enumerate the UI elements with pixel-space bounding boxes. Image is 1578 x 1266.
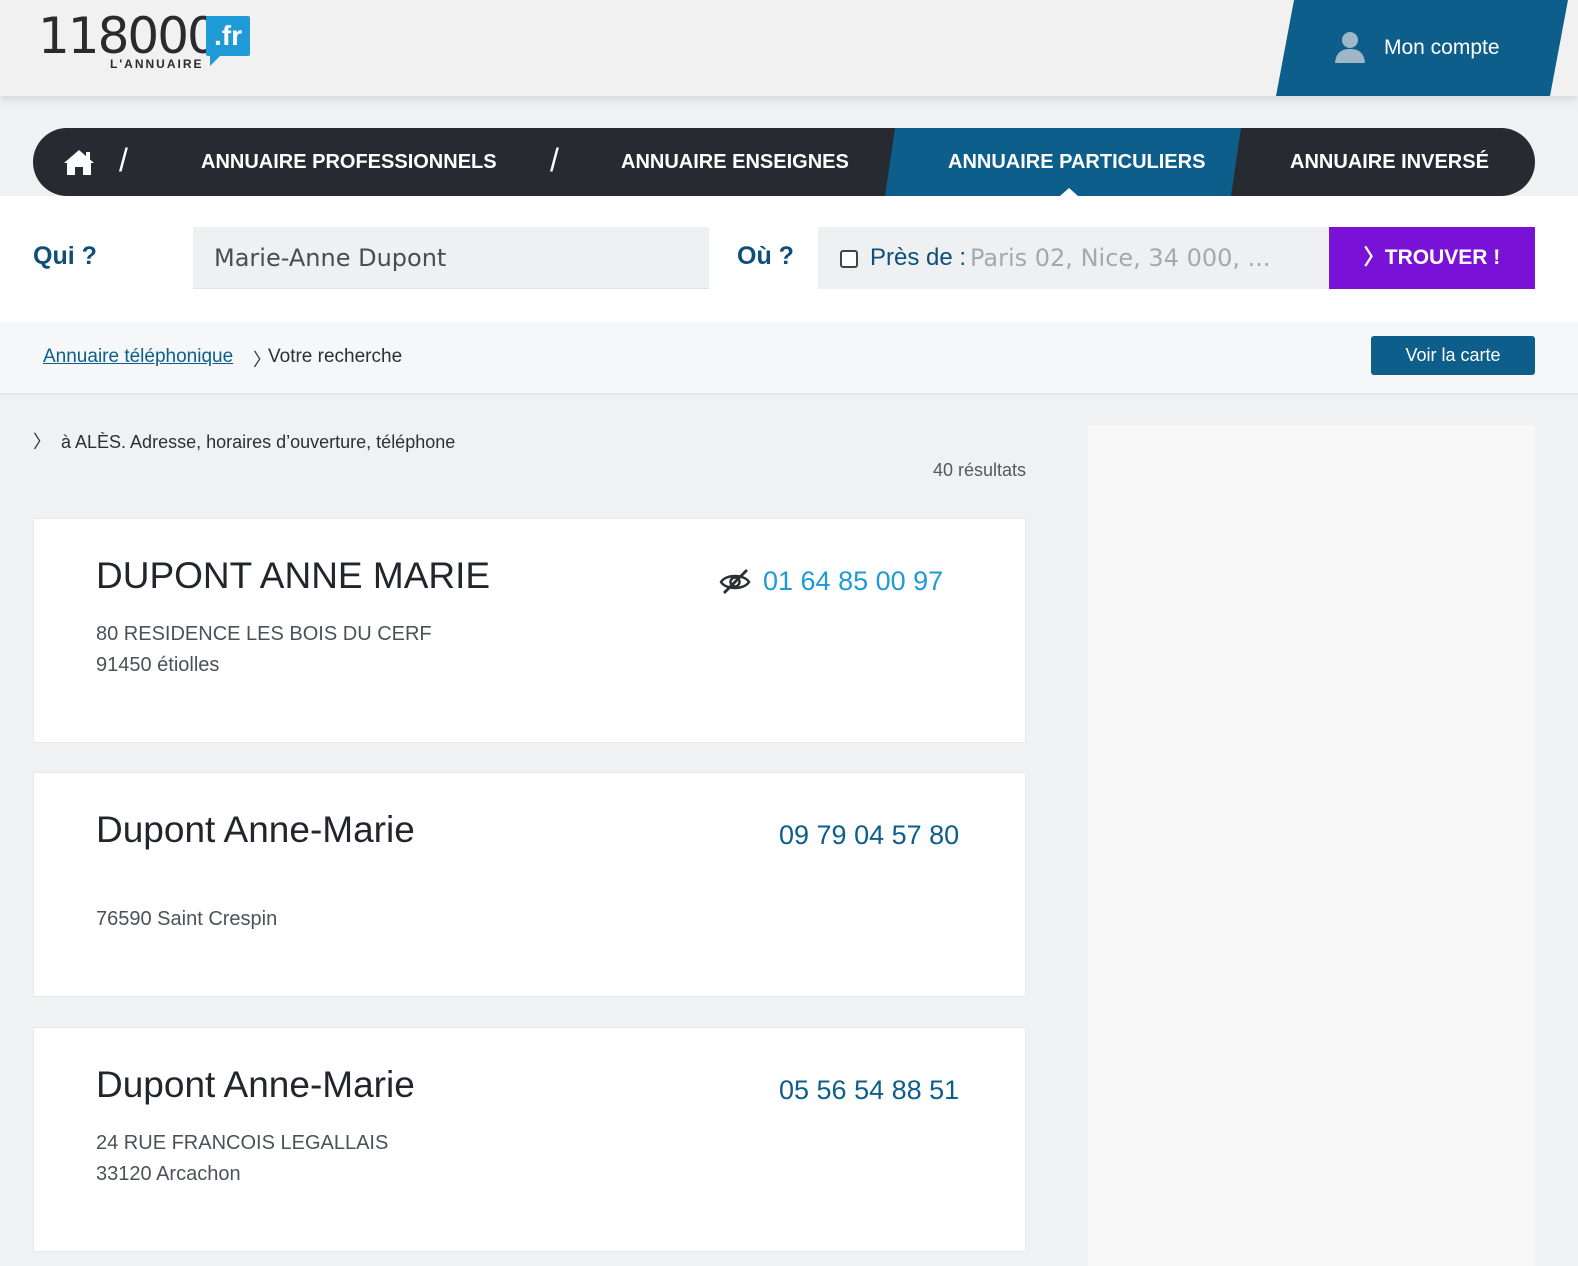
results-subtitle: 〉 à ALÈS. Adresse, horaires d’ouverture, …	[33, 428, 455, 454]
nav-item-inverse[interactable]: ANNUAIRE INVERSÉ	[1290, 128, 1489, 196]
breadcrumb-bar: Annuaire téléphonique 〉 Votre recherche …	[0, 322, 1578, 395]
result-phone[interactable]: 09 79 04 57 80	[779, 820, 959, 851]
logo-number: 118000	[38, 7, 219, 65]
result-name[interactable]: Dupont Anne-Marie	[96, 809, 415, 851]
result-card[interactable]: DUPONT ANNE MARIE 80 RESIDENCE LES BOIS …	[33, 518, 1026, 743]
result-phone[interactable]: 01 64 85 00 97	[763, 566, 943, 597]
subtitle-separator: 〉	[33, 432, 51, 452]
breadcrumb-link-annuaire[interactable]: Annuaire téléphonique	[43, 346, 233, 368]
site-header: 118000 .fr L'ANNUAIRE Mon compte	[0, 0, 1578, 96]
nav-active-caret	[1060, 188, 1078, 196]
user-icon	[1335, 32, 1365, 63]
account-label: Mon compte	[1384, 36, 1500, 59]
result-address-line1: 80 RESIDENCE LES BOIS DU CERF	[96, 623, 432, 645]
near-label: Près de :	[870, 244, 967, 271]
subtitle-text: à ALÈS. Adresse, horaires d’ouverture, t…	[61, 432, 456, 452]
account-button[interactable]: Mon compte	[1276, 0, 1568, 96]
qui-input[interactable]: Marie-Anne Dupont	[193, 227, 709, 289]
logo-tld-bubble: .fr	[206, 16, 250, 66]
result-card[interactable]: Dupont Anne-Marie 76590 Saint Crespin 09…	[33, 772, 1026, 997]
eye-slash-icon[interactable]	[719, 567, 751, 595]
near-checkbox[interactable]	[840, 250, 858, 268]
result-address-line2: 91450 étiolles	[96, 654, 220, 676]
result-count: 40 résultats	[932, 460, 1026, 480]
nav-separator: /	[550, 142, 559, 178]
nav-item-enseignes[interactable]: ANNUAIRE ENSEIGNES	[621, 128, 849, 196]
ou-input[interactable]: Près de : Paris 02, Nice, 34 000, ...	[818, 227, 1330, 289]
result-address-line2: 76590 Saint Crespin	[96, 908, 278, 930]
result-name[interactable]: Dupont Anne-Marie	[96, 1064, 415, 1106]
result-address-line1: 24 RUE FRANCOIS LEGALLAIS	[96, 1132, 389, 1154]
sidebar-ad-area	[1088, 425, 1535, 1266]
home-icon[interactable]	[63, 148, 95, 176]
breadcrumb-current: Votre recherche	[268, 346, 403, 367]
result-card[interactable]: Dupont Anne-Marie 24 RUE FRANCOIS LEGALL…	[33, 1027, 1026, 1252]
qui-label: Qui ?	[33, 242, 97, 270]
main-nav: / ANNUAIRE PROFESSIONNELS / ANNUAIRE ENS…	[33, 128, 1535, 196]
result-phone[interactable]: 05 56 54 88 51	[779, 1075, 959, 1106]
nav-item-particuliers[interactable]: ANNUAIRE PARTICULIERS	[948, 128, 1205, 196]
nav-item-professionnels[interactable]: ANNUAIRE PROFESSIONNELS	[201, 128, 497, 196]
ou-placeholder: Paris 02, Nice, 34 000, ...	[970, 244, 1271, 272]
result-name[interactable]: DUPONT ANNE MARIE	[96, 555, 490, 597]
search-form: Qui ? Marie-Anne Dupont Où ? Près de : P…	[0, 196, 1578, 322]
site-logo[interactable]: 118000 .fr L'ANNUAIRE	[38, 10, 258, 72]
find-button[interactable]: 〉TROUVER !	[1329, 227, 1535, 289]
result-address-line2: 33120 Arcachon	[96, 1163, 241, 1185]
view-map-button[interactable]: Voir la carte	[1371, 336, 1535, 375]
ou-label: Où ?	[737, 242, 794, 270]
nav-separator: /	[119, 142, 128, 178]
logo-subtitle: L'ANNUAIRE	[110, 57, 204, 71]
